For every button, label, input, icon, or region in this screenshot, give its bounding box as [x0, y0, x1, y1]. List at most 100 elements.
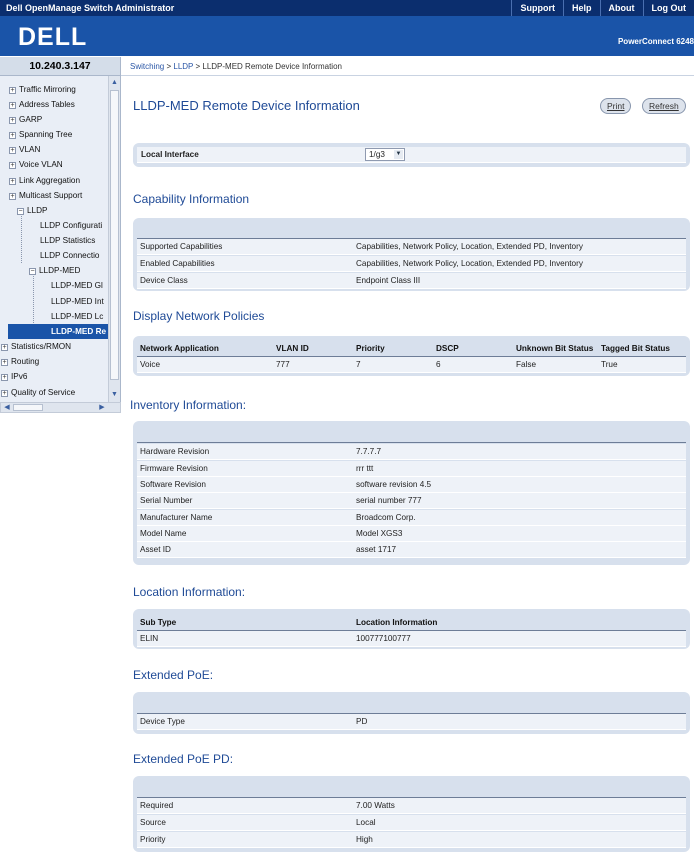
row-value: rrr ttt — [356, 464, 374, 473]
row-value: software revision 4.5 — [356, 480, 432, 489]
sidebar-horizontal-scrollbar[interactable]: ◀ ▶ — [0, 402, 121, 413]
table-row: Voice 777 7 6 False True — [137, 357, 686, 373]
table-row: Device Type PD — [137, 714, 686, 730]
sidebar-item-label: Statistics/RMON — [11, 342, 72, 351]
expand-icon[interactable]: + — [9, 117, 16, 124]
row-label: Asset ID — [140, 545, 171, 554]
table-cell: 6 — [436, 360, 441, 369]
table-row: Required 7.00 Watts — [137, 798, 686, 814]
breadcrumb-separator: > — [193, 62, 203, 71]
local-interface-select[interactable]: 1/g3 ▼ — [365, 148, 405, 161]
expand-icon[interactable]: + — [1, 390, 8, 397]
help-link[interactable]: Help — [562, 0, 600, 16]
local-interface-row: Local Interface 1/g3 ▼ — [137, 147, 686, 163]
scroll-up-icon[interactable]: ▲ — [110, 77, 119, 88]
expand-icon[interactable]: + — [1, 374, 8, 381]
table-cell: Voice — [140, 360, 161, 369]
table-row: Device Class Endpoint Class III — [137, 273, 686, 289]
sidebar-item-label: Link Aggregation — [19, 176, 80, 185]
expand-icon[interactable]: + — [1, 344, 8, 351]
chevron-down-icon[interactable]: ▼ — [394, 150, 403, 159]
sidebar-item-label: GARP — [19, 115, 43, 124]
sidebar-item-quality-of-service[interactable]: + Quality of Service — [1, 385, 75, 400]
expand-icon[interactable]: + — [9, 193, 16, 200]
sidebar-item-garp[interactable]: + GARP — [9, 112, 42, 127]
expand-icon[interactable]: + — [9, 132, 16, 139]
sidebar-item-lldp[interactable]: − LLDP — [17, 203, 47, 218]
collapse-icon[interactable]: − — [29, 268, 36, 275]
sidebar-item-routing[interactable]: + Routing — [1, 354, 39, 369]
logout-link[interactable]: Log Out — [642, 0, 694, 16]
sidebar-item-traffic-mirroring[interactable]: + Traffic Mirroring — [9, 82, 76, 97]
row-label: Enabled Capabilities — [140, 259, 215, 268]
scroll-down-icon[interactable]: ▼ — [110, 389, 119, 400]
row-label: Device Type — [140, 717, 185, 726]
sidebar-item-label: Voice VLAN — [19, 160, 63, 169]
dell-logo: DELL — [18, 23, 88, 51]
sidebar-item-voice-vlan[interactable]: + Voice VLAN — [9, 157, 63, 172]
sidebar-item-label: LLDP Statistics — [40, 236, 96, 245]
sidebar-vertical-scrollbar[interactable]: ▲ ▼ — [108, 76, 120, 402]
print-button[interactable]: Print — [600, 98, 632, 114]
scroll-thumb[interactable] — [13, 404, 43, 411]
table-row: Model Name Model XGS3 — [137, 526, 686, 542]
row-label: Required — [140, 801, 174, 810]
table-row: Supported Capabilities Capabilities, Net… — [137, 239, 686, 255]
sidebar-item-vlan[interactable]: + VLAN — [9, 142, 40, 157]
sidebar-item-label: LLDP Connectio — [40, 251, 100, 260]
breadcrumb-lldp[interactable]: LLDP — [173, 62, 193, 71]
table-row: Source Local — [137, 815, 686, 831]
sidebar-item-multicast-support[interactable]: + Multicast Support — [9, 188, 82, 203]
expand-icon[interactable]: + — [9, 102, 16, 109]
sidebar-item-label: LLDP — [27, 206, 48, 215]
row-value: High — [356, 835, 373, 844]
top-links: Support Help About Log Out — [511, 0, 694, 16]
sidebar-item-label: Address Tables — [19, 100, 75, 109]
sidebar-item-lldp-med[interactable]: − LLDP-MED — [29, 263, 80, 278]
table-row: Hardware Revision 7.7.7.7 — [137, 444, 686, 460]
collapse-icon[interactable]: − — [17, 208, 24, 215]
location-panel: Sub Type Location Information ELIN 10077… — [133, 609, 690, 649]
sidebar-item-label: LLDP-MED Lc — [51, 312, 104, 321]
breadcrumb: Switching > LLDP > LLDP-MED Remote Devic… — [121, 57, 694, 76]
breadcrumb-switching[interactable]: Switching — [130, 62, 164, 71]
sidebar-item-lldp-med-local[interactable]: LLDP-MED Lc — [51, 309, 103, 324]
sidebar-item-ipv6[interactable]: + IPv6 — [1, 369, 27, 384]
expand-icon[interactable]: + — [9, 87, 16, 94]
sidebar-tree: + Traffic Mirroring + Address Tables + GARP… — [0, 76, 121, 402]
sidebar-item-lldp-configuration[interactable]: LLDP Configurati — [40, 218, 102, 233]
sidebar-item-link-aggregation[interactable]: + Link Aggregation — [9, 173, 80, 188]
row-label: Model Name — [140, 529, 187, 538]
sidebar-item-spanning-tree[interactable]: + Spanning Tree — [9, 127, 72, 142]
refresh-button[interactable]: Refresh — [642, 98, 686, 114]
table-header-divider — [137, 442, 686, 443]
sidebar-item-lldp-med-remote[interactable]: LLDP-MED Re — [8, 324, 108, 339]
sidebar-item-statistics-rmon[interactable]: + Statistics/RMON — [1, 339, 71, 354]
sidebar-item-label: LLDP Configurati — [40, 221, 103, 230]
sidebar-item-lldp-statistics[interactable]: LLDP Statistics — [40, 233, 95, 248]
row-label: Serial Number — [140, 496, 193, 505]
scroll-thumb[interactable] — [110, 90, 119, 380]
expand-icon[interactable]: + — [9, 178, 16, 185]
top-bar: Dell OpenManage Switch Administrator Sup… — [0, 0, 694, 16]
scroll-right-icon[interactable]: ▶ — [97, 403, 107, 412]
column-header: Tagged Bit Status — [601, 344, 670, 353]
ext-poe-section-title: Extended PoE: — [133, 668, 214, 682]
sidebar-item-lldp-connections[interactable]: LLDP Connectio — [40, 248, 99, 263]
expand-icon[interactable]: + — [1, 359, 8, 366]
sidebar-item-address-tables[interactable]: + Address Tables — [9, 97, 75, 112]
expand-icon[interactable]: + — [9, 162, 16, 169]
table-cell: 7 — [356, 360, 361, 369]
tree-line — [21, 213, 22, 263]
tree-line — [33, 273, 34, 331]
row-label: Supported Capabilities — [140, 242, 223, 251]
sidebar-item-lldp-med-global[interactable]: LLDP-MED Gl — [51, 278, 103, 293]
expand-icon[interactable]: + — [9, 147, 16, 154]
sidebar-item-lldp-med-interface[interactable]: LLDP-MED Int — [51, 294, 104, 309]
sidebar-item-label: Routing — [11, 357, 40, 366]
row-value: Local — [356, 818, 376, 827]
about-link[interactable]: About — [599, 0, 643, 16]
support-link[interactable]: Support — [511, 0, 563, 16]
scroll-left-icon[interactable]: ◀ — [2, 403, 12, 412]
column-header: Sub Type — [140, 618, 177, 627]
